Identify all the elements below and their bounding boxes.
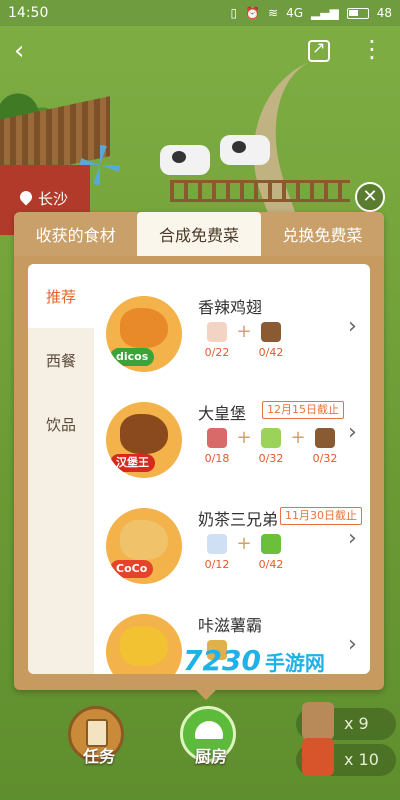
inventory-qty: x 9 xyxy=(344,714,369,733)
watermark-main: 7230 xyxy=(183,644,261,674)
dish-name: 大皇堡 xyxy=(198,404,247,423)
chevron-right-icon[interactable]: › xyxy=(348,526,357,551)
burger-image xyxy=(120,414,168,454)
cow-icon xyxy=(160,145,210,175)
watering-can-icon xyxy=(302,738,334,776)
dish-name: 奶茶三兄弟 xyxy=(198,510,279,529)
category-drinks[interactable]: 饮品 xyxy=(28,392,94,456)
ingredient-count: 0/18 xyxy=(204,452,230,465)
dish-list: dicos 香辣鸡翅 0/22 + 0/42 › 汉堡王 大皇堡 12月15日截… xyxy=(94,264,370,674)
dish-thumbnail: CoCo xyxy=(106,508,182,584)
dish-name: 香辣鸡翅 xyxy=(198,298,263,317)
ingredient: 0/18 xyxy=(198,428,236,465)
kitchen-panel: 收获的食材 合成免费菜 兑换免费菜 推荐 西餐 饮品 dicos 香辣鸡翅 0/… xyxy=(14,212,384,690)
signal-icon: ▂▄▆ xyxy=(311,6,339,20)
share-icon[interactable] xyxy=(308,38,330,62)
top-nav: ‹ ⋮ xyxy=(0,26,400,76)
chevron-right-icon[interactable]: › xyxy=(348,314,357,339)
ingredient: 0/32 xyxy=(252,428,290,465)
status-bar: 14:50 ▯ ⏰ ≋ 4G ▂▄▆ 48 xyxy=(0,0,400,26)
wifi-icon: ≋ xyxy=(268,6,279,20)
ingredient: 0/42 xyxy=(252,534,290,571)
category-sidebar: 推荐 西餐 饮品 xyxy=(28,264,94,674)
ingredient-count: 0/32 xyxy=(258,452,284,465)
brand-logo: dicos xyxy=(110,348,155,366)
location-pin-icon xyxy=(20,191,32,207)
battery-level: 48 xyxy=(376,6,392,20)
plus-icon: + xyxy=(236,321,252,342)
battery-icon xyxy=(346,7,369,19)
ingredient-count: 0/42 xyxy=(258,558,284,571)
dish-item[interactable]: CoCo 奶茶三兄弟 11月30日截止 0/12 + 0/42 › xyxy=(94,496,370,602)
location[interactable]: 长沙 xyxy=(20,188,68,209)
tab-compose[interactable]: 合成免费菜 xyxy=(137,212,261,256)
dish-thumbnail: 汉堡王 xyxy=(106,402,182,478)
ingredient-count: 0/12 xyxy=(204,558,230,571)
ingredient-count: 0/42 xyxy=(258,346,284,359)
milk-tea-image xyxy=(120,520,168,560)
deadline-badge: 12月15日截止 xyxy=(262,401,344,419)
watermark: 7230 手游网 xyxy=(183,644,325,674)
ingredient: 0/12 xyxy=(198,534,236,571)
ingredient-row: 0/22 + 0/42 xyxy=(198,322,290,366)
dish-name: 咔滋薯霸 xyxy=(198,616,263,635)
fries-image xyxy=(120,626,168,666)
dish-item[interactable]: dicos 香辣鸡翅 0/22 + 0/42 › xyxy=(94,284,370,390)
ingredient: 0/22 xyxy=(198,322,236,359)
beef-icon xyxy=(207,428,227,448)
seasoning-bag-icon xyxy=(315,428,335,448)
milk-bottle-icon xyxy=(207,534,227,554)
plus-icon: + xyxy=(236,533,252,554)
clock: 14:50 xyxy=(8,5,49,21)
kitchen-button[interactable]: 厨房 xyxy=(180,706,236,766)
panel-pointer xyxy=(196,690,216,700)
dish-thumbnail: dicos xyxy=(106,296,182,372)
tab-exchange[interactable]: 兑换免费菜 xyxy=(260,212,384,256)
category-recommend[interactable]: 推荐 xyxy=(28,264,94,328)
brand-logo: CoCo xyxy=(110,560,154,578)
ingredient-row: 0/12 + 0/42 xyxy=(198,534,290,578)
tea-leaf-icon xyxy=(261,534,281,554)
plus-icon: + xyxy=(290,427,306,448)
task-label: 任务 xyxy=(82,747,115,766)
content-area: 推荐 西餐 饮品 dicos 香辣鸡翅 0/22 + 0/42 › 汉堡王 大皇… xyxy=(28,264,370,674)
windmill-icon xyxy=(80,145,120,185)
ingredient: 0/42 xyxy=(252,322,290,359)
ingredient-count: 0/22 xyxy=(204,346,230,359)
inventory-watering-can[interactable]: x 10 xyxy=(296,738,396,776)
seasoning-bag-icon xyxy=(302,702,334,740)
kitchen-label: 厨房 xyxy=(194,747,227,766)
network-label: 4G xyxy=(286,6,304,20)
task-button[interactable]: 任务 xyxy=(68,706,124,766)
watermark-sub: 手游网 xyxy=(264,651,325,674)
chevron-right-icon[interactable]: › xyxy=(348,420,357,445)
city-label: 长沙 xyxy=(38,190,69,208)
tab-bar: 收获的食材 合成免费菜 兑换免费菜 xyxy=(14,212,384,256)
fence xyxy=(170,180,350,202)
brand-logo: 汉堡王 xyxy=(110,454,155,472)
vibrate-icon: ▯ xyxy=(230,6,238,20)
chicken-wing-icon xyxy=(207,322,227,342)
plus-icon: + xyxy=(236,427,252,448)
category-western[interactable]: 西餐 xyxy=(28,328,94,392)
dish-thumbnail xyxy=(106,614,182,674)
ingredient: 0/32 xyxy=(306,428,344,465)
back-icon[interactable]: ‹ xyxy=(14,38,38,64)
more-icon[interactable]: ⋮ xyxy=(360,37,384,64)
chevron-right-icon[interactable]: › xyxy=(348,632,357,657)
alarm-icon: ⏰ xyxy=(245,6,261,20)
tab-harvested[interactable]: 收获的食材 xyxy=(14,212,138,256)
chicken-wing-image xyxy=(120,308,168,348)
inventory-qty: x 10 xyxy=(344,750,379,769)
lettuce-icon xyxy=(261,428,281,448)
dish-item[interactable]: 汉堡王 大皇堡 12月15日截止 0/18 + 0/32 + 0/32 › xyxy=(94,390,370,496)
seasoning-bag-icon xyxy=(261,322,281,342)
ingredient-count: 0/32 xyxy=(312,452,338,465)
cow-icon xyxy=(220,135,270,165)
deadline-badge: 11月30日截止 xyxy=(280,507,362,525)
cloche-icon xyxy=(195,721,223,739)
ingredient-row: 0/18 + 0/32 + 0/32 xyxy=(198,428,344,472)
close-button[interactable]: ✕ xyxy=(355,182,385,212)
inventory-seasoning[interactable]: x 9 xyxy=(296,702,396,740)
